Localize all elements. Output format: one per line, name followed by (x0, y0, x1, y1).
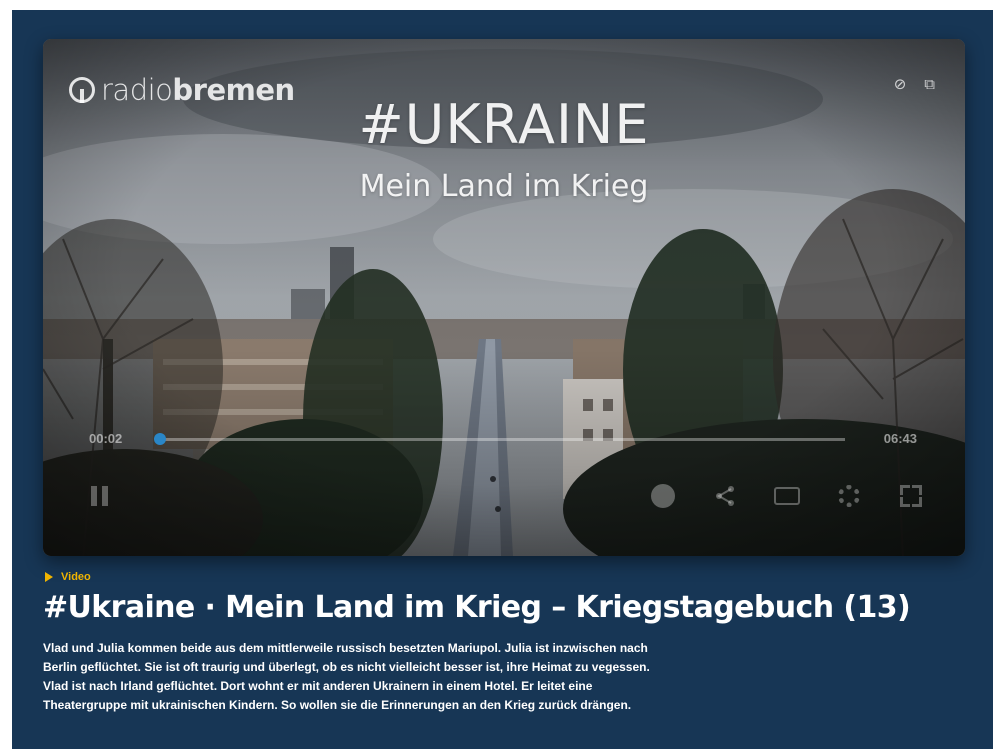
player-right-controls (649, 481, 925, 511)
content-type-label: Video (45, 571, 91, 583)
info-icon[interactable] (649, 482, 677, 510)
article-headline: #Ukraine · Mein Land im Krieg – Kriegsta… (43, 590, 911, 625)
content-type-text: Video (61, 571, 91, 583)
article-teaser: Vlad und Julia kommen beide aus dem mitt… (43, 641, 650, 712)
fullscreen-icon[interactable] (897, 482, 925, 510)
settings-icon[interactable] (835, 482, 863, 510)
subtitles-icon[interactable] (773, 482, 801, 510)
progress-bar[interactable] (154, 433, 845, 445)
video-player[interactable]: radio bremen ⊘ ⧉ #UKRAINE Mein Land im Kr… (43, 39, 965, 556)
total-time: 06:43 (883, 431, 917, 446)
picture-in-picture-icon[interactable]: ⧉ (924, 75, 935, 93)
current-time: 00:02 (89, 431, 123, 446)
pause-icon[interactable] (85, 482, 113, 510)
player-top-controls: ⊘ ⧉ (894, 75, 935, 93)
play-icon (45, 572, 53, 582)
video-overlay-subtitle: Mein Land im Krieg (359, 169, 649, 204)
share-icon[interactable] (711, 482, 739, 510)
audio-description-off-icon[interactable]: ⊘ (894, 75, 907, 93)
player-left-controls (85, 481, 113, 511)
page-frame: radio bremen ⊘ ⧉ #UKRAINE Mein Land im Kr… (12, 10, 993, 749)
video-overlay-title: #UKRAINE (358, 93, 650, 156)
